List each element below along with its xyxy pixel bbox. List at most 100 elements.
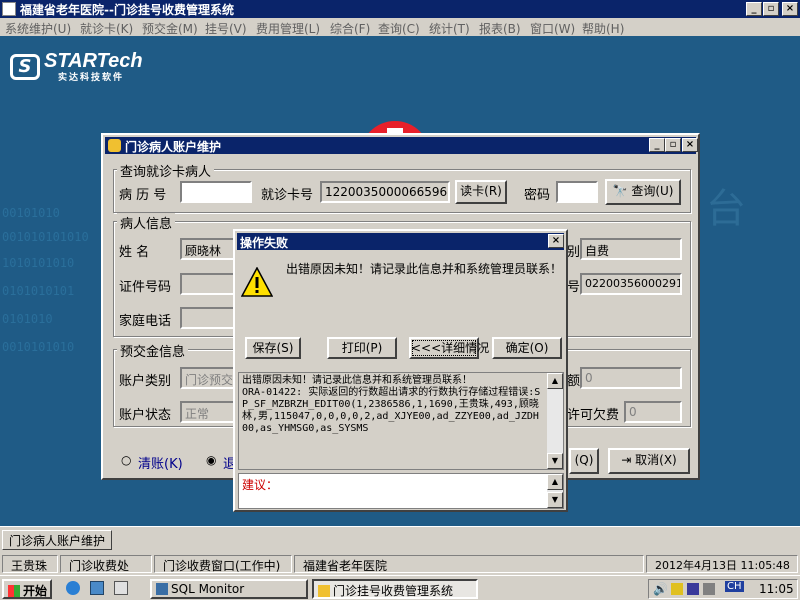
background-binary-4: 0101010101 <box>2 284 75 298</box>
tray-app-icon-1[interactable] <box>671 583 683 595</box>
number-field[interactable]: 02200356000291 <box>580 273 682 295</box>
task-sql-monitor[interactable]: SQL Monitor <box>150 579 308 599</box>
phone-label: 家庭电话 <box>119 314 172 329</box>
cancel-button-label: 取消(X) <box>635 453 677 467</box>
close-button[interactable]: × <box>782 2 798 16</box>
record-no-label: 病 历 号 <box>119 188 167 203</box>
query-button-label: 查询(U) <box>631 184 674 198</box>
password-input[interactable] <box>556 181 598 203</box>
scroll-down-icon[interactable]: ▼ <box>547 453 563 469</box>
restore-button[interactable]: ▫ <box>763 2 779 16</box>
menu-deposit[interactable]: 预交金(M) <box>142 20 198 37</box>
read-card-button[interactable]: 读卡(R) <box>455 180 507 204</box>
start-button[interactable]: 开始 <box>2 579 52 599</box>
id-number-field[interactable] <box>180 273 240 295</box>
account-type-field[interactable]: 门诊预交 <box>180 367 240 389</box>
patient-info-label: 病人信息 <box>117 213 176 232</box>
menu-system[interactable]: 系统维护(U) <box>5 20 71 37</box>
clear-radio[interactable]: ○ <box>121 453 131 467</box>
window-icon <box>108 139 121 152</box>
speaker-icon[interactable]: 🔊 <box>653 582 668 596</box>
id-number-label: 证件号码 <box>119 280 172 295</box>
quick-launch-icon[interactable] <box>114 581 128 595</box>
task-sql-monitor-label: SQL Monitor <box>171 582 245 596</box>
input-language-indicator[interactable]: CH <box>725 581 744 592</box>
menu-window[interactable]: 窗口(W) <box>530 20 575 37</box>
taskbar: 开始 SQL Monitor 门诊挂号收费管理系统 🔊 CH 11:05 <box>0 575 800 600</box>
menu-help[interactable]: 帮助(H) <box>582 20 624 37</box>
detail-scrollbar[interactable]: ▲ ▼ <box>547 373 563 469</box>
system-tray: 🔊 CH 11:05 <box>648 579 798 599</box>
tray-clock: 11:05 <box>759 582 794 596</box>
main-title-bar: 福建省老年医院--门诊挂号收费管理系统 _ ▫ × <box>0 0 800 18</box>
ok-dialog-button[interactable]: 确定(O) <box>492 337 562 359</box>
error-dialog-title: 操作失败 <box>240 236 289 250</box>
record-no-input[interactable] <box>180 181 252 203</box>
name-field[interactable]: 顾晓林 <box>180 238 240 260</box>
start-label: 开始 <box>23 584 48 598</box>
error-message: 出错原因未知！请记录此信息并和系统管理员联系！ <box>286 262 563 276</box>
category-label: 别 <box>567 245 581 260</box>
status-datetime: 2012年4月13日 11:05:48 <box>646 555 798 573</box>
internet-explorer-icon[interactable] <box>66 581 80 595</box>
scroll-up-icon[interactable]: ▲ <box>547 373 563 389</box>
app-title: 福建省老年医院--门诊挂号收费管理系统 <box>20 3 234 17</box>
patient-window-title-bar: 门诊病人账户维护 _ ▫ × <box>105 137 698 154</box>
menu-general[interactable]: 综合(F) <box>330 20 370 37</box>
suggestion-scroll-down-icon[interactable]: ▼ <box>547 492 563 508</box>
detail-textbox[interactable]: 出错原因未知！请记录此信息并和系统管理员联系！ ORA-01422: 实际返回的… <box>238 372 564 470</box>
refund-radio[interactable]: ◉ <box>206 453 216 467</box>
background-binary-2: 001010101010 <box>2 230 89 244</box>
menu-register[interactable]: 挂号(V) <box>205 20 247 37</box>
overdraft-label: 许可欠费 <box>567 408 620 423</box>
status-hospital: 福建省老年医院 <box>294 555 644 573</box>
error-dialog-title-bar: 操作失败 × <box>237 233 564 250</box>
task-hospital-system[interactable]: 门诊挂号收费管理系统 <box>312 579 478 599</box>
clear-radio-label: 清账(K) <box>138 457 183 472</box>
save-button[interactable]: 保存(S) <box>245 337 301 359</box>
suggestion-scrollbar[interactable]: ▲ ▼ <box>547 474 563 508</box>
tray-app-icon-3[interactable] <box>703 583 715 595</box>
menu-report[interactable]: 报表(B) <box>479 20 521 37</box>
show-desktop-icon[interactable] <box>90 581 104 595</box>
background-binary-6: 0010101010 <box>2 340 75 354</box>
company-logo-mark: S <box>10 54 40 80</box>
suggestion-textbox[interactable]: 建议： ▲ ▼ <box>238 473 564 509</box>
mdi-tab-patient-account[interactable]: 门诊病人账户维护 <box>2 530 113 550</box>
card-no-label: 就诊卡号 <box>261 188 314 203</box>
hospital-system-icon <box>318 585 330 597</box>
category-field[interactable]: 自费 <box>580 238 682 260</box>
status-user: 王贵珠 <box>2 555 58 573</box>
task-hospital-system-label: 门诊挂号收费管理系统 <box>333 584 454 598</box>
window-close-button[interactable]: × <box>682 138 698 152</box>
window-maximize-button[interactable]: ▫ <box>665 138 681 152</box>
tray-app-icon-2[interactable] <box>687 583 699 595</box>
card-no-field[interactable]: 1220035000066596 <box>320 181 450 203</box>
menu-card[interactable]: 就诊卡(K) <box>80 20 133 37</box>
menu-fee[interactable]: 费用管理(L) <box>256 20 320 37</box>
window-minimize-button[interactable]: _ <box>649 138 665 152</box>
warning-icon <box>241 267 273 297</box>
background-binary-1: 00101010 <box>2 206 60 220</box>
query-button[interactable]: 🔭 查询(U) <box>605 179 681 205</box>
patient-window-title: 门诊病人账户维护 <box>125 140 222 154</box>
menu-query[interactable]: 查询(C) <box>378 20 420 37</box>
error-dialog-close-button[interactable]: × <box>548 234 564 248</box>
amount-label: 额 <box>567 374 581 389</box>
details-button[interactable]: <<<详细情况 <box>409 337 489 359</box>
amount-field[interactable]: 0 <box>580 367 682 389</box>
minimize-button[interactable]: _ <box>746 2 762 16</box>
cancel-button[interactable]: ⇥ 取消(X) <box>608 448 690 474</box>
print-button[interactable]: 打印(P) <box>327 337 397 359</box>
ok-button[interactable]: (Q) <box>569 448 599 474</box>
menu-bar: 系统维护(U) 就诊卡(K) 预交金(M) 挂号(V) 费用管理(L) 综合(F… <box>0 18 800 36</box>
phone-field[interactable] <box>180 307 240 329</box>
menu-stats[interactable]: 统计(T) <box>429 20 470 37</box>
status-window: 门诊收费窗口(工作中) <box>154 555 292 573</box>
account-status-field[interactable]: 正常 <box>180 401 240 423</box>
mdi-tab-strip: 门诊病人账户维护 <box>0 526 800 550</box>
overdraft-field[interactable]: 0 <box>624 401 682 423</box>
app-icon <box>2 2 16 16</box>
background-binary-5: 0101010 <box>2 312 53 326</box>
suggestion-scroll-up-icon[interactable]: ▲ <box>547 474 563 490</box>
